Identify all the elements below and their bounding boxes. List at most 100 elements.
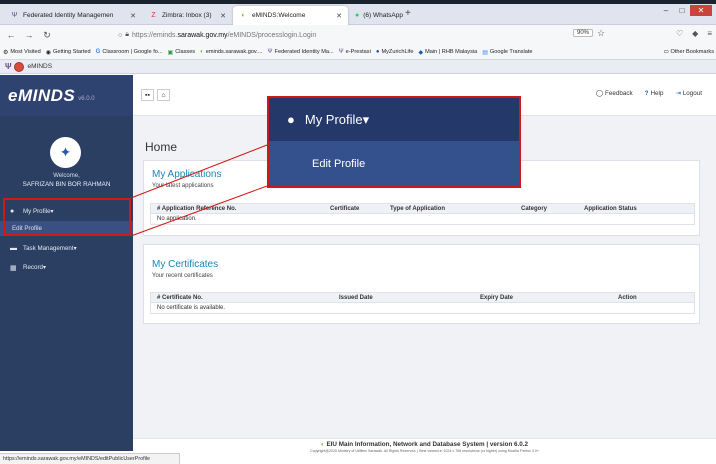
callout-edit-profile-label: Edit Profile [312, 157, 366, 170]
chat-icon: ◯ [595, 90, 603, 97]
browser-nav-bar: ← → ↻ ○ 🔒︎ https://eminds. sarawak.gov.my… [0, 25, 716, 45]
bookmark-star-icon[interactable]: ☆ [597, 28, 605, 39]
tab-whatsapp[interactable]: ● (6) WhatsApp [349, 6, 403, 25]
user-icon: ● [287, 112, 295, 127]
sidebar-item-record[interactable]: ▦ Record ▾ [0, 260, 133, 275]
fim-logo-icon: Ψ [5, 62, 12, 71]
new-tab-icon[interactable]: + [405, 8, 411, 19]
home-icon[interactable]: ⌂ [157, 89, 170, 101]
column-header[interactable]: Certificate [330, 206, 359, 212]
browser-status-bar: https://eminds.sarawak.gov.my/eMINDS/edi… [0, 453, 180, 464]
column-header[interactable]: # Certificate No. [157, 295, 203, 301]
help-link[interactable]: ? Help [645, 90, 664, 97]
column-header[interactable]: Issued Date [339, 295, 373, 301]
grid-menu-icon[interactable]: ▪▪ [141, 89, 154, 101]
extensions-icon[interactable]: ◆ [692, 29, 698, 38]
column-header[interactable]: Action [618, 295, 637, 301]
eminds-icon: ◐ [200, 49, 204, 55]
google-icon: G [95, 49, 101, 55]
app-brand[interactable]: eMINDS v6.0.0 [0, 75, 133, 116]
bookmark-rhb[interactable]: ◆ Main | RHB Malaysia [418, 49, 477, 56]
classroom-icon: ▣ [167, 49, 174, 56]
user-name: SAFRIZAN BIN BOR RAHMAN [22, 181, 111, 188]
sidebar-item-label: Task Management [23, 245, 74, 252]
brand-version: v6.0.0 [78, 95, 95, 102]
whatsapp-icon: ● [355, 12, 360, 19]
pocket-icon[interactable]: ♡ [676, 29, 683, 38]
bookmark-classroom[interactable]: G Classroom | Google fo... [96, 49, 163, 55]
bookmarks-bar: ⚙ Most Visited ◉ Getting Started G Classroo… [0, 45, 716, 60]
fim-icon: Ψ [267, 49, 273, 55]
table-header: # Certificate No. Issued Date Expiry Dat… [151, 293, 694, 303]
tab-eminds[interactable]: ◐ eMINDS:Welcome ✕ [233, 6, 348, 25]
menu-icon[interactable]: ≡ [707, 29, 712, 38]
callout-my-profile-label: My Profile [304, 112, 363, 127]
tab-zimbra[interactable]: Z Zimbra: Inbox (3) ✕ [143, 6, 232, 25]
callout-edit-profile: Edit Profile [269, 141, 519, 186]
brand-name: eMINDS [8, 85, 76, 105]
sidebar-item-task-management[interactable]: ▬ Task Management ▾ [0, 241, 133, 256]
table-icon: ▦ [10, 264, 17, 272]
page-title: Home [145, 140, 178, 154]
feedback-link[interactable]: ◯ Feedback [596, 90, 633, 97]
caret-down-icon: ▾ [362, 111, 370, 127]
tab-federated-identity[interactable]: Ψ Federated Identity Managemen ✕ [4, 6, 142, 25]
zoom-callout: ● My Profile ▾ Edit Profile [267, 96, 521, 188]
browser-tab-bar: Ψ Federated Identity Managemen ✕ Z Zimbr… [0, 0, 716, 25]
certificates-subtitle: Your recent certificates [152, 273, 213, 279]
shield-icon: ○ [118, 31, 123, 39]
empty-message: No application. [157, 216, 197, 222]
bookmark-most-visited[interactable]: ⚙ Most Visited [3, 49, 41, 56]
url-prefix: https://eminds. [131, 31, 178, 39]
bookmark-classes[interactable]: ▣ Classes [168, 49, 196, 56]
address-bar[interactable]: ○ 🔒︎ https://eminds. sarawak.gov.my/eMIND… [118, 27, 580, 43]
window-controls: – □ ✕ [658, 5, 712, 16]
zoom-level[interactable]: 90% [573, 29, 594, 37]
help-icon: ? [644, 90, 649, 97]
certificates-table: # Certificate No. Issued Date Expiry Dat… [150, 292, 695, 314]
gear-icon: ⚙ [3, 49, 9, 56]
app-tab-strip: Ψ eMINDS [0, 60, 716, 74]
bookmark-eminds[interactable]: ◐ eminds.sarawak.gov.... [200, 49, 262, 55]
app-tab-label[interactable]: eMINDS [27, 63, 52, 70]
column-header[interactable]: # Application Reference No. [157, 206, 236, 212]
forward-icon[interactable]: → [22, 30, 36, 40]
close-tab-icon[interactable]: ✕ [336, 12, 342, 20]
reload-icon[interactable]: ↻ [40, 30, 54, 41]
bookmark-google-translate[interactable]: ▤ Google Translate [482, 49, 532, 56]
tasks-icon: ▬ [10, 245, 17, 252]
table-row: No application. [151, 214, 694, 224]
bookmark-federated-identity[interactable]: Ψ Federated Identity Ma... [268, 49, 334, 55]
applications-subtitle: Your latest applications [152, 183, 214, 189]
sidebar-item-label: Record [23, 264, 43, 271]
close-tab-icon[interactable]: ✕ [130, 12, 136, 20]
tab-label: eMINDS:Welcome [252, 12, 306, 19]
window-top-edge [0, 0, 716, 4]
footer-copyright: Copyright@2020 Ministry of Utilities Sar… [310, 449, 539, 453]
column-header[interactable]: Expiry Date [480, 295, 513, 301]
column-header[interactable]: Application Status [584, 206, 637, 212]
callout-my-profile: ● My Profile ▾ [269, 98, 519, 141]
close-window-icon[interactable]: ✕ [690, 5, 712, 16]
back-icon[interactable]: ← [4, 30, 18, 40]
maximize-icon[interactable]: □ [674, 5, 690, 16]
rhb-icon: ◆ [418, 49, 424, 56]
logout-link[interactable]: ⇥ Logout [675, 90, 702, 97]
certificates-title: My Certificates [152, 259, 219, 270]
firefox-icon: ◉ [45, 49, 52, 56]
column-header[interactable]: Type of Application [390, 206, 445, 212]
bookmark-other[interactable]: ▭ Other Bookmarks [664, 49, 714, 55]
close-tab-icon[interactable]: ✕ [220, 12, 226, 20]
url-domain: sarawak.gov.my [177, 31, 228, 39]
eminds-icon: ◐ [241, 12, 246, 19]
bookmark-myzurichlife[interactable]: ● MyZurichLife [376, 49, 414, 55]
minimize-icon[interactable]: – [658, 5, 674, 16]
applications-title: My Applications [152, 169, 222, 180]
welcome-text: Welcome, [53, 173, 80, 179]
bookmark-e-prestasi[interactable]: Ψe-Prestasi [339, 49, 371, 55]
bookmark-getting-started[interactable]: ◉ Getting Started [46, 49, 91, 56]
applications-table: # Application Reference No. Certificate … [150, 203, 695, 225]
highlight-box-sidebar [3, 198, 131, 236]
caret-down-icon: ▾ [42, 264, 47, 271]
column-header[interactable]: Category [521, 206, 547, 212]
